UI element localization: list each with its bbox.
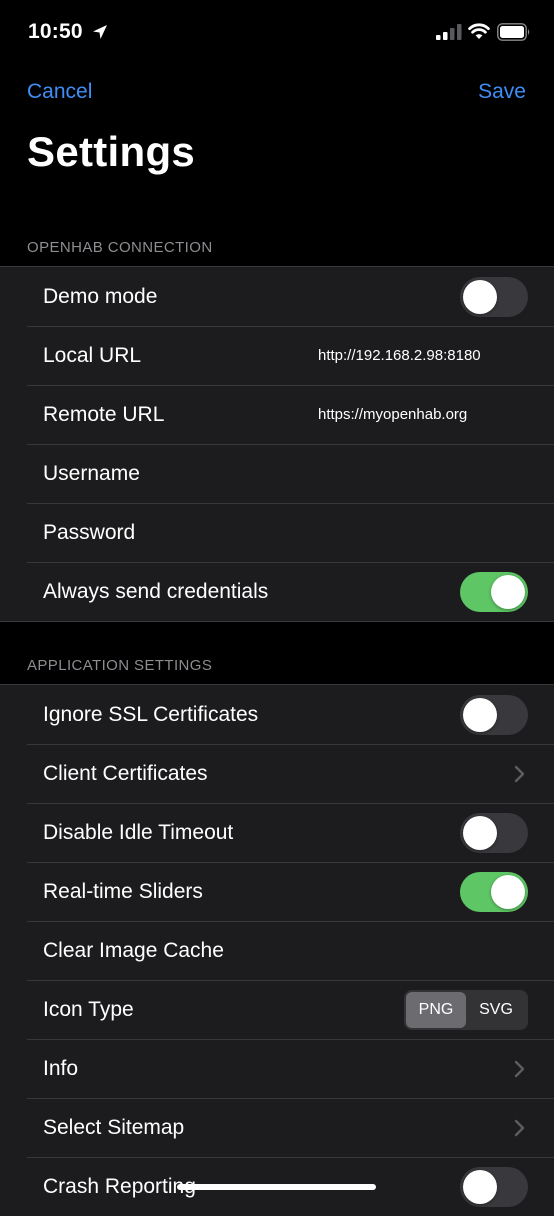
home-indicator[interactable] (177, 1184, 376, 1190)
section-header-application: APPLICATION SETTINGS (27, 657, 213, 674)
remote-url-value[interactable]: https://myopenhab.org (318, 406, 467, 423)
cellular-signal-icon (436, 24, 462, 40)
client-certificates-label: Client Certificates (43, 761, 208, 785)
disable-idle-timeout-toggle[interactable] (460, 812, 528, 853)
info-label: Info (43, 1056, 79, 1080)
local-url-value[interactable]: http://192.168.2.98:8180 (318, 347, 481, 364)
battery-icon (497, 23, 530, 41)
disable-idle-timeout-label: Disable Idle Timeout (43, 820, 234, 844)
icon-type-option-svg[interactable]: SVG (466, 992, 526, 1028)
disable-idle-timeout-row: Disable Idle Timeout (0, 803, 554, 862)
ignore-ssl-row: Ignore SSL Certificates (0, 685, 554, 744)
toggle-knob (463, 1169, 497, 1204)
ignore-ssl-toggle[interactable] (460, 694, 528, 735)
page-title: Settings (27, 128, 196, 175)
chevron-right-icon (514, 765, 525, 782)
connection-group: Demo mode Local URL http://192.168.2.98:… (0, 266, 554, 622)
chevron-right-icon (514, 1119, 525, 1136)
status-bar: 10:50 (0, 0, 554, 66)
icon-type-label: Icon Type (43, 997, 134, 1021)
realtime-sliders-toggle[interactable] (460, 871, 528, 912)
username-row[interactable]: Username (0, 444, 554, 503)
realtime-sliders-label: Real-time Sliders (43, 879, 203, 903)
password-label: Password (43, 520, 136, 544)
status-time: 10:50 (28, 20, 83, 43)
toggle-knob (463, 815, 497, 850)
application-group: Ignore SSL Certificates Client Certifica… (0, 684, 554, 1216)
select-sitemap-label: Select Sitemap (43, 1115, 185, 1139)
icon-type-segmented-control: PNG SVG (404, 989, 528, 1030)
realtime-sliders-row: Real-time Sliders (0, 862, 554, 921)
always-send-credentials-toggle[interactable] (460, 571, 528, 612)
chevron-right-icon (514, 1060, 525, 1077)
client-certificates-row[interactable]: Client Certificates (0, 744, 554, 803)
clear-image-cache-label: Clear Image Cache (43, 938, 224, 962)
select-sitemap-row[interactable]: Select Sitemap (0, 1098, 554, 1157)
crash-reporting-toggle[interactable] (460, 1166, 528, 1207)
local-url-row[interactable]: Local URL http://192.168.2.98:8180 (0, 326, 554, 385)
demo-mode-label: Demo mode (43, 284, 158, 308)
always-send-credentials-label: Always send credentials (43, 579, 269, 603)
section-header-connection: OPENHAB CONNECTION (27, 239, 213, 256)
username-label: Username (43, 461, 140, 485)
toggle-knob (491, 574, 525, 609)
clear-image-cache-row[interactable]: Clear Image Cache (0, 921, 554, 980)
demo-mode-row: Demo mode (0, 267, 554, 326)
location-arrow-icon (93, 25, 107, 39)
remote-url-row[interactable]: Remote URL https://myopenhab.org (0, 385, 554, 444)
wifi-icon (468, 23, 490, 39)
info-row[interactable]: Info (0, 1039, 554, 1098)
toggle-knob (491, 874, 525, 909)
icon-type-row: Icon Type PNG SVG (0, 980, 554, 1039)
always-send-credentials-row: Always send credentials (0, 562, 554, 621)
ignore-ssl-label: Ignore SSL Certificates (43, 702, 259, 726)
demo-mode-toggle[interactable] (460, 276, 528, 317)
cancel-button[interactable]: Cancel (27, 80, 92, 104)
toggle-knob (463, 697, 497, 732)
toggle-knob (463, 279, 497, 314)
icon-type-option-png[interactable]: PNG (406, 991, 466, 1028)
password-row[interactable]: Password (0, 503, 554, 562)
save-button[interactable]: Save (478, 80, 526, 104)
